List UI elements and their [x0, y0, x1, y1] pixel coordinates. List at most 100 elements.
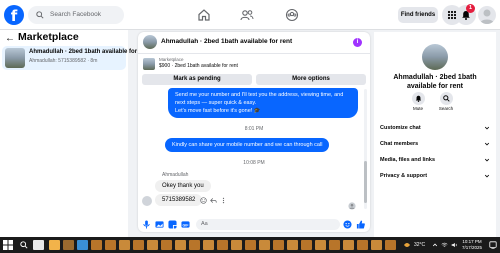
emoji-react-icon[interactable] [200, 197, 207, 204]
listing-price-title: $900 · 2bed 1bath available for rent [159, 63, 238, 69]
taskbar-app-icon[interactable] [161, 240, 172, 250]
outgoing-message: Send me your number and I'll text you th… [168, 88, 358, 118]
taskbar-app-icon[interactable] [63, 240, 74, 250]
taskbar-app-icon[interactable] [217, 240, 228, 250]
info-icon[interactable]: i [353, 38, 362, 47]
taskbar-app-icon[interactable] [273, 240, 284, 250]
profile-avatar[interactable] [478, 6, 496, 24]
reply-icon[interactable] [210, 197, 217, 204]
incoming-message: 5715389582 [155, 194, 203, 206]
sender-name: Ahmadullah [162, 172, 189, 178]
chevron-up-icon[interactable] [432, 242, 438, 248]
windows-start-icon[interactable] [3, 240, 13, 250]
volume-icon[interactable] [451, 242, 458, 248]
taskbar-app-icon[interactable] [287, 240, 298, 250]
taskbar-app-icon[interactable] [203, 240, 214, 250]
taskbar-app-icon[interactable] [357, 240, 368, 250]
taskbar-app-icon[interactable] [343, 240, 354, 250]
emoji-icon[interactable] [343, 220, 352, 229]
row-label: Chat members [380, 141, 419, 147]
search-icon [36, 11, 44, 19]
conversation-item[interactable]: Ahmadullah · 2bed 1bath available for re… [2, 46, 150, 70]
clock-date: 7/17/2025 [462, 245, 483, 250]
taskbar-app-icon[interactable] [105, 240, 116, 250]
timestamp: 8:01 PM [244, 126, 264, 132]
taskbar-app-icon[interactable] [245, 240, 256, 250]
chat-avatar[interactable] [143, 35, 157, 49]
taskbar-app-icon[interactable] [175, 240, 186, 250]
taskbar: 32°C 10:17 PM 7/17/2025 [0, 237, 500, 253]
privacy-support-row[interactable]: Privacy & support [380, 170, 492, 182]
chevron-down-icon [484, 126, 490, 130]
taskbar-app-icon[interactable] [119, 240, 130, 250]
scrollbar[interactable] [364, 89, 367, 209]
system-clock[interactable]: 10:17 PM 7/17/2025 [462, 239, 482, 251]
taskbar-app-icon[interactable] [259, 240, 270, 250]
groups-icon[interactable] [285, 8, 299, 22]
taskbar-app-icon[interactable] [371, 240, 382, 250]
mark-pending-button[interactable]: Mark as pending [142, 74, 252, 85]
mute-button[interactable]: Mute [408, 92, 428, 111]
chat-title[interactable]: Ahmadullah · 2bed 1bath available for re… [161, 38, 292, 45]
svg-text:GIF: GIF [183, 223, 190, 227]
photo-icon[interactable] [155, 220, 164, 229]
taskbar-app-icon[interactable] [329, 240, 340, 250]
search-placeholder: Search Facebook [50, 11, 101, 18]
top-navigation: f Search Facebook Find friends 1 [0, 0, 500, 30]
message-input[interactable]: Aa [196, 219, 340, 230]
message-line: Let's move fast before it's gone! 🎓 [175, 108, 261, 114]
wifi-icon[interactable] [441, 242, 448, 248]
microphone-icon[interactable] [142, 220, 151, 229]
person-icon [480, 9, 494, 24]
sender-avatar [142, 196, 152, 206]
row-label: Media, files and links [380, 157, 436, 163]
chevron-down-icon [484, 174, 490, 178]
scrollbar-thumb[interactable] [364, 161, 367, 203]
info-name-line: available for rent [406, 83, 464, 90]
taskbar-app-icon[interactable] [133, 240, 144, 250]
outgoing-message: Kindly can share your mobile number and … [165, 138, 330, 152]
message-composer: GIF Aa [138, 217, 370, 232]
facebook-logo[interactable]: f [4, 5, 24, 25]
chat-header: Ahmadullah · 2bed 1bath available for re… [138, 32, 370, 54]
taskbar-app-icon[interactable] [147, 240, 158, 250]
notification-center-icon[interactable] [489, 241, 497, 249]
like-icon[interactable] [356, 220, 365, 229]
back-arrow-icon[interactable]: ← [5, 33, 15, 44]
notification-badge: 1 [466, 4, 475, 13]
message-line: Send me your number and I'll text you th… [175, 92, 344, 98]
chat-members-row[interactable]: Chat members [380, 138, 492, 150]
sidebar-title: Marketplace [18, 31, 79, 43]
home-icon[interactable] [197, 8, 211, 22]
taskbar-app-icon[interactable] [77, 240, 88, 250]
message-list: Send me your number and I'll text you th… [138, 88, 370, 214]
search-conversation-button[interactable]: Search [436, 92, 456, 111]
chevron-down-icon [484, 142, 490, 146]
find-friends-button[interactable]: Find friends [398, 7, 438, 23]
message-line: next steps — super quick & easy. [175, 100, 257, 106]
taskbar-app-icon[interactable] [315, 240, 326, 250]
taskbar-app-icon[interactable] [231, 240, 242, 250]
more-icon[interactable] [220, 197, 227, 204]
temperature[interactable]: 32°C [414, 242, 425, 248]
search-input[interactable]: Search Facebook [28, 6, 124, 24]
more-options-button[interactable]: More options [256, 74, 366, 85]
taskbar-app-icon[interactable] [385, 240, 396, 250]
taskbar-app-icon[interactable] [189, 240, 200, 250]
taskbar-app-icon[interactable] [33, 240, 44, 250]
chat-info-panel: Ahmadullah · 2bed 1bath available for re… [374, 32, 496, 237]
taskbar-app-icon[interactable] [301, 240, 312, 250]
search-icon[interactable] [20, 241, 28, 249]
bell-icon [415, 95, 421, 102]
info-avatar[interactable] [422, 44, 448, 70]
media-files-links-row[interactable]: Media, files and links [380, 154, 492, 166]
gif-icon[interactable]: GIF [181, 220, 190, 229]
info-name: Ahmadullah · 2bed 1bath available for re… [378, 73, 492, 91]
customize-chat-row[interactable]: Customize chat [380, 122, 492, 134]
sticker-icon[interactable] [168, 220, 177, 229]
taskbar-app-icon[interactable] [91, 240, 102, 250]
friends-icon[interactable] [240, 8, 254, 22]
taskbar-app-icon[interactable] [49, 240, 60, 250]
listing-card[interactable]: Marketplace $900 · 2bed 1bath available … [143, 57, 343, 71]
weather-icon[interactable] [402, 241, 412, 249]
